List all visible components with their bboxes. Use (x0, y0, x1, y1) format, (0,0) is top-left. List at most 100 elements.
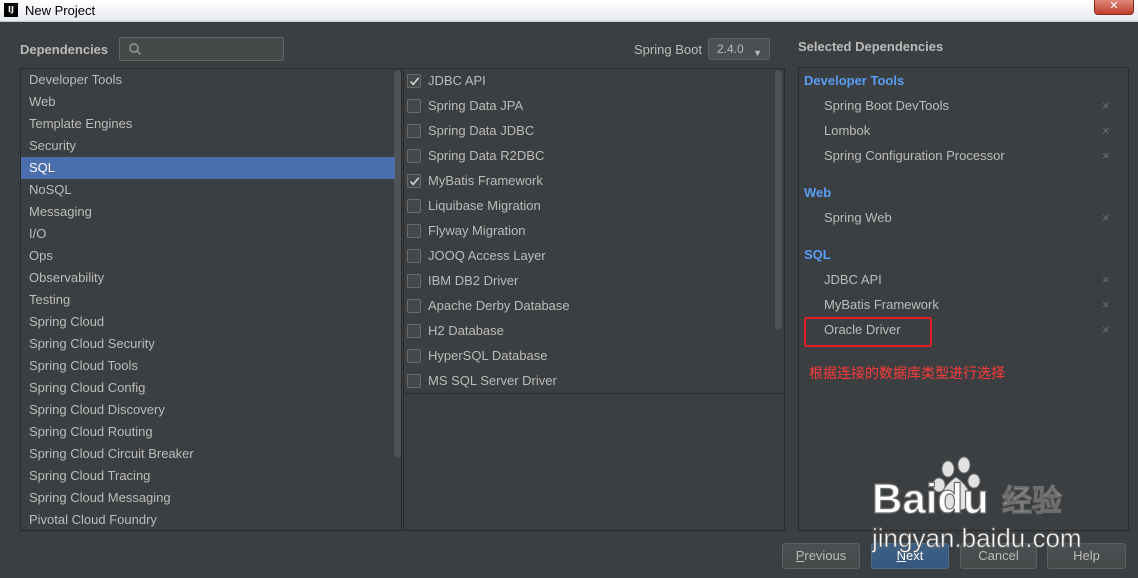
dependency-item[interactable]: JOOQ Access Layer (404, 244, 774, 269)
category-item-messaging[interactable]: Messaging (21, 201, 395, 223)
dependency-label: JOOQ Access Layer (428, 248, 546, 263)
category-item-developer-tools[interactable]: Developer Tools (21, 69, 395, 91)
category-item-spring-cloud-config[interactable]: Spring Cloud Config (21, 377, 395, 399)
dependency-item[interactable]: MS SQL Server Driver (404, 369, 774, 394)
dependency-label: Spring Data JDBC (428, 123, 535, 138)
dependency-label: HyperSQL Database (428, 348, 548, 363)
checkbox[interactable] (407, 324, 421, 338)
category-scrollbar[interactable] (394, 71, 401, 457)
remove-icon[interactable]: × (1102, 272, 1110, 287)
dependency-item[interactable]: Liquibase Migration (404, 194, 774, 219)
dependency-scrollbar[interactable] (775, 71, 782, 329)
dependency-item[interactable]: Apache Derby Database (404, 294, 774, 319)
selected-group-heading: SQL (804, 247, 831, 262)
category-item-spring-cloud[interactable]: Spring Cloud (21, 311, 395, 333)
category-item-template-engines[interactable]: Template Engines (21, 113, 395, 135)
baidu-jingyan-watermark: Baidu 经验 jingyan.baidu.com (872, 456, 1082, 553)
search-icon (129, 43, 141, 55)
category-item-security[interactable]: Security (21, 135, 395, 157)
dependency-label: Spring Data JPA (428, 98, 524, 113)
dependency-label: Flyway Migration (428, 223, 526, 238)
checkbox[interactable] (407, 124, 421, 138)
category-item-nosql[interactable]: NoSQL (21, 179, 395, 201)
dependency-item[interactable]: Spring Data JPA (404, 94, 774, 119)
spring-boot-version-value: 2.4.0 (717, 42, 744, 56)
category-item-i-o[interactable]: I/O (21, 223, 395, 245)
category-item-spring-cloud-tools[interactable]: Spring Cloud Tools (21, 355, 395, 377)
spring-boot-version-select[interactable]: 2.4.0 ▼ (708, 38, 770, 60)
dependency-label: H2 Database (428, 323, 504, 338)
selected-dependency-item: Lombok (824, 123, 871, 138)
dependency-item[interactable]: IBM DB2 Driver (404, 269, 774, 294)
dependency-label: Spring Data R2DBC (428, 148, 545, 163)
dependency-item[interactable]: HyperSQL Database (404, 344, 774, 369)
checkbox[interactable] (407, 274, 421, 288)
window-title-bar: IJ New Project ✕ (0, 0, 1138, 22)
category-item-web[interactable]: Web (21, 91, 395, 113)
remove-icon[interactable]: × (1102, 210, 1110, 225)
dependency-item[interactable]: Spring Data JDBC (404, 119, 774, 144)
selected-group-heading: Web (804, 185, 832, 200)
checkbox[interactable] (407, 349, 421, 363)
checkbox[interactable] (407, 224, 421, 238)
dependency-item[interactable]: JDBC API (404, 69, 774, 94)
category-item-observability[interactable]: Observability (21, 267, 395, 289)
dependency-item[interactable]: H2 Database (404, 319, 774, 344)
annotation-text: 根据连接的数据库类型进行选择 (809, 366, 1005, 382)
remove-icon[interactable]: × (1102, 123, 1110, 138)
checkbox[interactable] (407, 374, 421, 388)
dependency-search-field[interactable] (119, 37, 284, 61)
dependency-label: IBM DB2 Driver (428, 273, 519, 288)
checkbox[interactable] (407, 174, 421, 188)
chevron-down-icon: ▼ (753, 48, 762, 58)
remove-icon[interactable]: × (1102, 297, 1110, 312)
window-close-button[interactable]: ✕ (1094, 0, 1134, 15)
category-item-ops[interactable]: Ops (21, 245, 395, 267)
watermark-suffix: 经验 (1002, 484, 1062, 519)
previous-button[interactable]: Previous (782, 543, 860, 569)
selected-dependency-item: MyBatis Framework (824, 297, 939, 312)
remove-icon[interactable]: × (1102, 98, 1110, 113)
category-item-testing[interactable]: Testing (21, 289, 395, 311)
watermark-brand: Baidu (872, 475, 989, 522)
checkbox[interactable] (407, 99, 421, 113)
dependency-label: Liquibase Migration (428, 198, 541, 213)
remove-icon[interactable]: × (1102, 148, 1110, 163)
selected-dependency-item: JDBC API (824, 272, 882, 287)
category-list[interactable]: Developer Tools Web Template Engines Securi… (20, 68, 402, 531)
checkbox[interactable] (407, 249, 421, 263)
category-item-pivotal-cloud-foundry[interactable]: Pivotal Cloud Foundry (21, 509, 395, 530)
checkbox[interactable] (407, 149, 421, 163)
spring-boot-label: Spring Boot (634, 42, 702, 57)
dependency-label: JDBC API (428, 73, 486, 88)
checkmark-icon (409, 177, 420, 186)
selected-dependency-item: Spring Configuration Processor (824, 148, 1005, 163)
checkmark-icon (409, 77, 420, 86)
dependency-item[interactable]: MyBatis Framework (404, 169, 774, 194)
category-item-spring-cloud-circuit-breaker[interactable]: Spring Cloud Circuit Breaker (21, 443, 395, 465)
search-input[interactable] (146, 41, 276, 57)
category-item-spring-cloud-messaging[interactable]: Spring Cloud Messaging (21, 487, 395, 509)
watermark-url: jingyan.baidu.com (872, 523, 1082, 553)
checkbox[interactable] (407, 299, 421, 313)
category-item-spring-cloud-discovery[interactable]: Spring Cloud Discovery (21, 399, 395, 421)
selected-dependencies-heading: Selected Dependencies (798, 39, 944, 54)
checkbox[interactable] (407, 74, 421, 88)
selected-dependency-item: Spring Boot DevTools (824, 98, 950, 113)
dependency-label: MyBatis Framework (428, 173, 543, 188)
dependency-label: MS SQL Server Driver (428, 373, 557, 388)
dependency-item[interactable]: Flyway Migration (404, 219, 774, 244)
category-item-spring-cloud-tracing[interactable]: Spring Cloud Tracing (21, 465, 395, 487)
category-item-spring-cloud-security[interactable]: Spring Cloud Security (21, 333, 395, 355)
category-item-sql[interactable]: SQL (21, 157, 395, 179)
remove-icon[interactable]: × (1102, 322, 1110, 337)
dependencies-heading: Dependencies (20, 42, 109, 57)
dependency-item[interactable]: Spring Data R2DBC (404, 144, 774, 169)
dependency-label: Apache Derby Database (428, 298, 570, 313)
checkbox[interactable] (407, 199, 421, 213)
category-item-spring-cloud-routing[interactable]: Spring Cloud Routing (21, 421, 395, 443)
selected-group-heading: Developer Tools (804, 73, 905, 88)
intellij-logo-icon: IJ (4, 3, 18, 17)
selected-dependency-item: Spring Web (824, 210, 892, 225)
dependency-list[interactable]: JDBC API Spring Data JPA Spring Data JDBC S… (403, 68, 785, 531)
